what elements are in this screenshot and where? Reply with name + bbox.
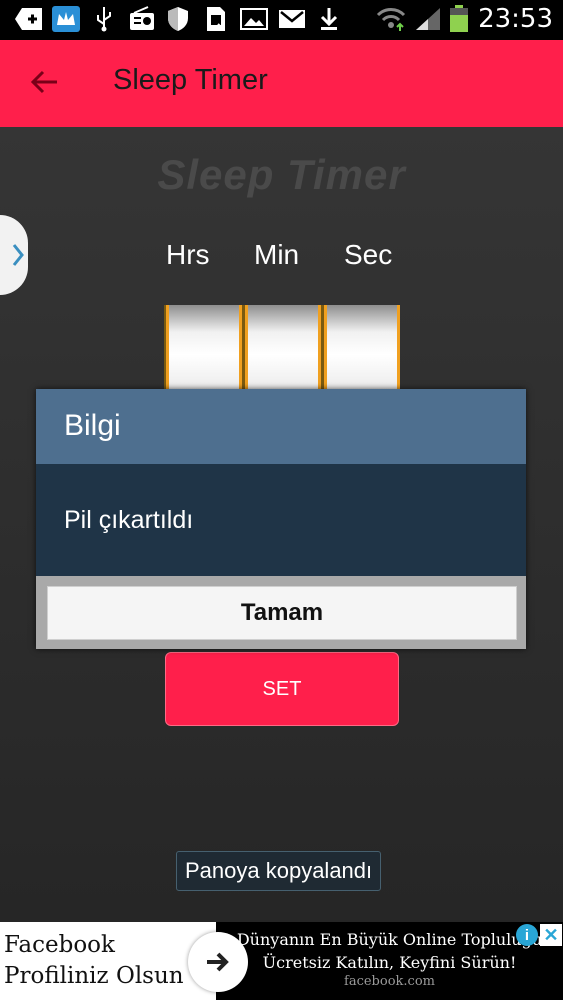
image-icon [240, 6, 268, 32]
dialog-body: Pil çıkartıldı [36, 464, 526, 576]
dialog-message: Pil çıkartıldı [64, 506, 194, 534]
radio-icon [128, 6, 156, 32]
gmail-icon [278, 6, 306, 32]
minutes-label: Min [254, 239, 300, 270]
time-picker [164, 305, 400, 395]
hours-label: Hrs [166, 239, 210, 270]
usb-icon [94, 6, 114, 32]
download-icon [318, 6, 340, 32]
info-dialog: Bilgi Pil çıkartıldı Tamam [36, 389, 526, 649]
minutes-wheel[interactable] [245, 305, 321, 395]
app-bar: Sleep Timer [0, 40, 563, 127]
wifi-icon [376, 6, 406, 32]
add-icon [14, 6, 44, 32]
ad-headline-line2: Profiliniz Olsun [4, 963, 184, 989]
hours-wheel[interactable] [166, 305, 242, 395]
seconds-wheel[interactable] [324, 305, 400, 395]
status-bar: 23:53 [0, 0, 563, 40]
dialog-header: Bilgi [36, 389, 526, 464]
shield-icon [166, 6, 190, 32]
ad-text-line1: Dünyanın En Büyük Online Topluluğu [236, 930, 543, 949]
battery-icon [448, 5, 470, 32]
arrow-back-icon [30, 70, 57, 94]
ok-button[interactable]: Tamam [47, 586, 517, 640]
ad-headline-line1: Facebook [4, 932, 115, 958]
clock: 23:53 [478, 4, 553, 34]
ad-close-icon[interactable]: ✕ [540, 924, 562, 946]
logo-title: Sleep Timer [157, 151, 406, 198]
back-button[interactable] [24, 62, 64, 102]
signal-icon [414, 6, 442, 32]
app-title: Sleep Timer [113, 64, 268, 96]
chevron-right-icon [12, 244, 24, 266]
set-button[interactable]: SET [165, 652, 399, 726]
crown-icon [52, 6, 80, 32]
ad-headline: Facebook Profiliniz Olsun [4, 930, 184, 992]
drawer-handle[interactable] [0, 215, 28, 295]
sim-icon [204, 6, 228, 32]
seconds-label: Sec [344, 239, 393, 270]
dialog-title: Bilgi [64, 409, 121, 442]
ad-banner[interactable]: Facebook Profiliniz Olsun Dünyanın En Bü… [0, 922, 563, 1000]
ad-text-line2: Ücretsiz Katılın, Keyfini Sürün! [262, 953, 517, 972]
toast-message: Panoya kopyalandı [176, 851, 382, 891]
ad-url: facebook.com [344, 974, 435, 989]
ad-info-icon[interactable]: i [516, 924, 538, 946]
